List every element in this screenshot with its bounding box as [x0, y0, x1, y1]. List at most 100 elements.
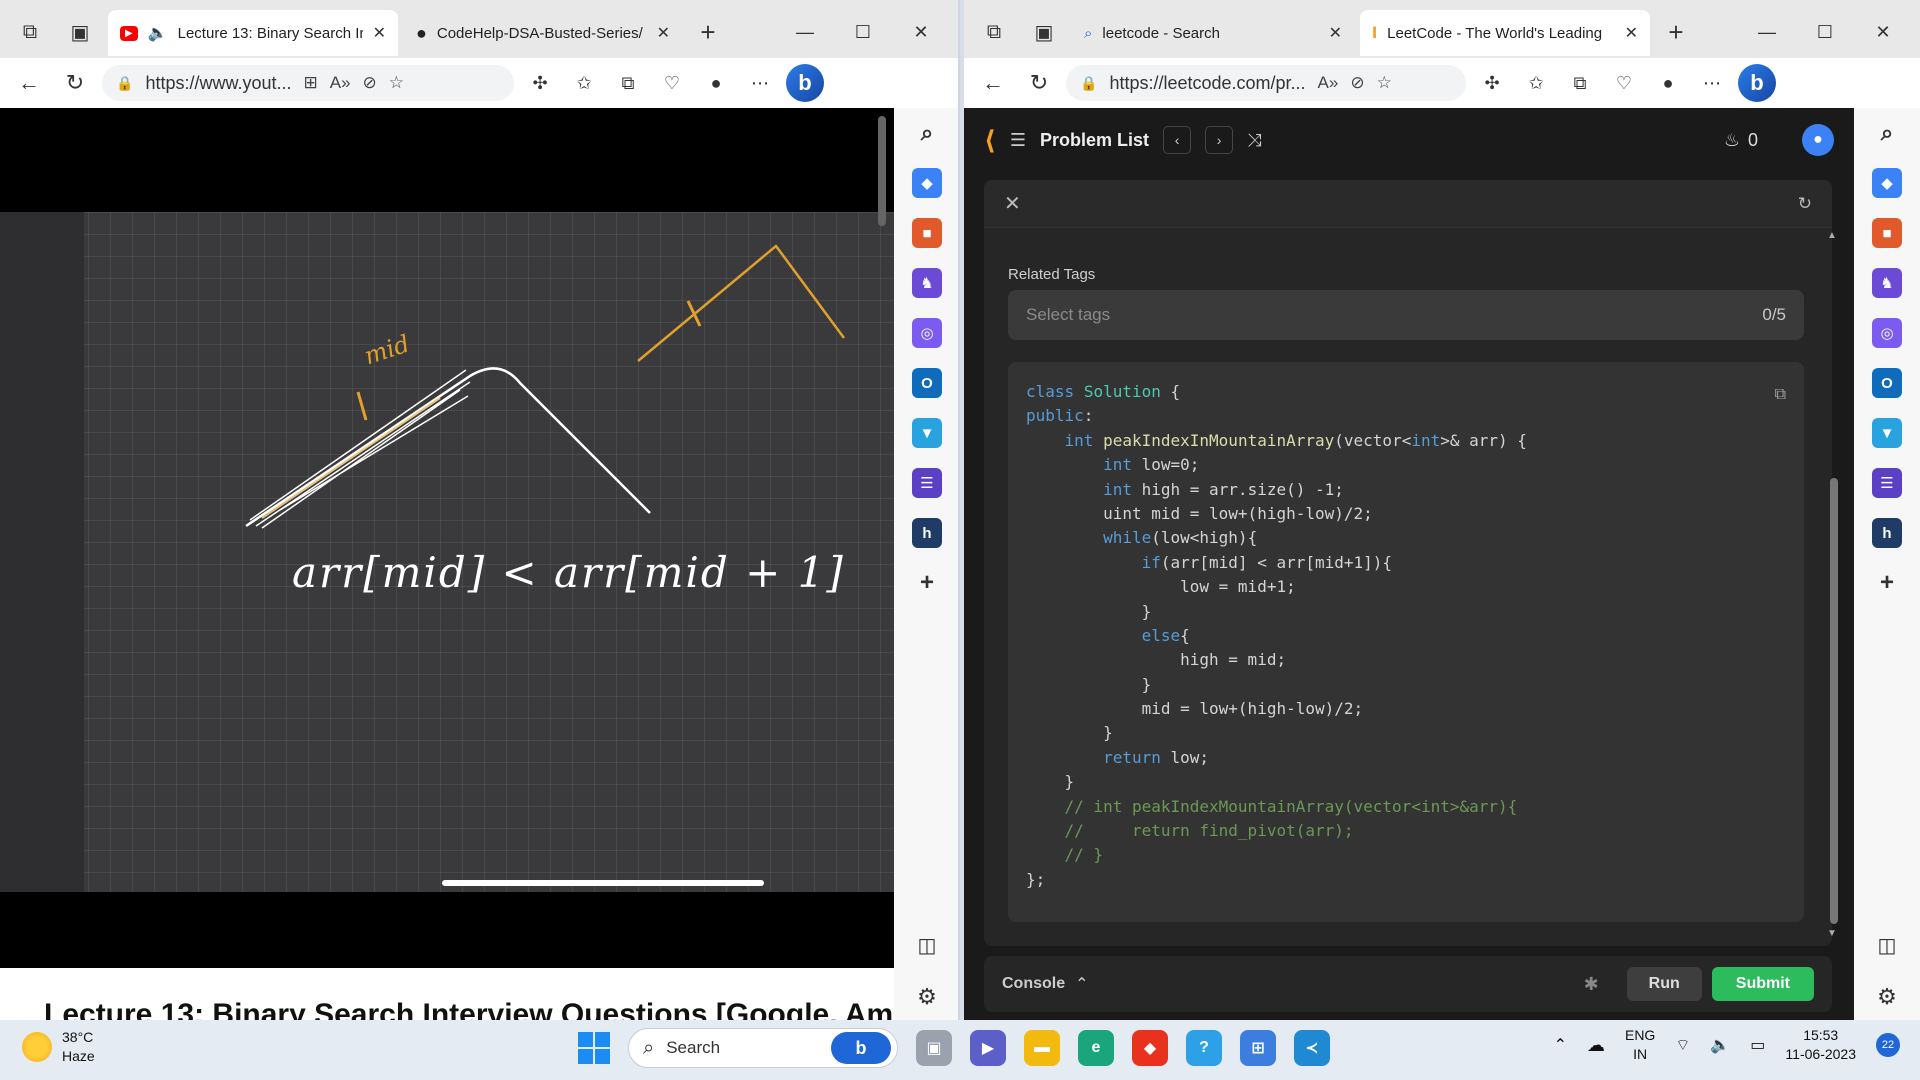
language-indicator[interactable]: ENG IN [1625, 1026, 1655, 1064]
close-icon[interactable]: ✕ [1004, 191, 1021, 216]
extensions-icon[interactable]: ✣ [522, 65, 558, 101]
shopping-tag-icon[interactable]: ◆ [912, 168, 942, 198]
scroll-down-arrow[interactable]: ▼ [1827, 928, 1837, 939]
video-player[interactable]: mid arr[mid] < arr[mid + 1] [0, 108, 894, 968]
read-aloud-icon[interactable]: A» [330, 73, 351, 93]
teams-chat-icon[interactable]: ▶ [970, 1030, 1006, 1066]
vscode-icon[interactable]: ≺ [1294, 1030, 1330, 1066]
bing-copilot-icon[interactable]: b [786, 64, 824, 102]
bing-icon[interactable]: b [831, 1032, 891, 1064]
page-scrollbar[interactable] [878, 116, 886, 226]
close-window-icon[interactable]: ✕ [892, 10, 950, 54]
microsoft-365-icon[interactable]: ◎ [912, 318, 942, 348]
speaker-icon[interactable]: 🔈 [148, 23, 168, 43]
console-toggle[interactable]: Console [1002, 975, 1065, 993]
drop-send-icon[interactable]: ▼ [912, 418, 942, 448]
problem-list-title[interactable]: Problem List [1040, 130, 1149, 151]
close-tab-icon[interactable]: ✕ [1625, 23, 1638, 43]
chevron-up-icon[interactable]: ⌃ [1075, 974, 1088, 994]
browser-essentials-icon[interactable]: ♡ [654, 65, 690, 101]
code-scrollbar[interactable] [1830, 478, 1838, 924]
tracking-prevention-icon[interactable]: ⊘ [1350, 73, 1364, 93]
list-app-icon[interactable]: ☰ [1872, 468, 1902, 498]
read-aloud-icon[interactable]: A» [1318, 73, 1339, 93]
reset-icon[interactable]: ↻ [1798, 194, 1812, 214]
microsoft-365-icon[interactable]: ◎ [1872, 318, 1902, 348]
tab-actions-icon[interactable]: ▣ [58, 10, 102, 54]
anydesk-icon[interactable]: ◆ [1132, 1030, 1168, 1066]
chevron-up-icon[interactable]: ⌃ [1554, 1035, 1567, 1055]
url-field[interactable]: 🔒 https://www.yout... ⊞ A» ⊘ ☆ [102, 65, 514, 101]
scroll-up-arrow[interactable]: ▲ [1827, 230, 1837, 241]
tracking-prevention-icon[interactable]: ⊘ [363, 73, 377, 93]
minimize-icon[interactable]: — [1738, 10, 1796, 54]
tools-briefcase-icon[interactable]: ■ [912, 218, 942, 248]
workspaces-icon[interactable]: ⧉ [972, 10, 1016, 54]
favorite-star-icon[interactable]: ☆ [389, 73, 404, 93]
new-tab-icon[interactable]: + [688, 10, 728, 54]
run-button[interactable]: Run [1626, 967, 1702, 1001]
weather-widget[interactable]: 38°C Haze [22, 1028, 95, 1066]
task-view-icon[interactable]: ▣ [916, 1030, 952, 1066]
tags-select-input[interactable]: Select tags 0/5 [1008, 290, 1804, 340]
get-help-icon[interactable]: ? [1186, 1030, 1222, 1066]
leetcode-logo-icon[interactable]: ⟨ [984, 125, 996, 156]
problem-list-icon[interactable]: ☰ [1010, 130, 1026, 151]
favorite-star-icon[interactable]: ☆ [1377, 73, 1392, 93]
close-tab-icon[interactable]: ✕ [657, 23, 670, 43]
collections-icon[interactable]: ⧉ [1562, 65, 1598, 101]
favorites-icon[interactable]: ✩ [1518, 65, 1554, 101]
notification-badge[interactable]: 22 [1876, 1033, 1900, 1057]
split-screen-icon[interactable]: ◫ [918, 933, 937, 958]
favorites-icon[interactable]: ✩ [566, 65, 602, 101]
profile-icon[interactable]: ● [698, 65, 734, 101]
search-icon[interactable]: ⌕ [912, 118, 942, 148]
add-app-icon[interactable]: + [912, 568, 942, 598]
h-app-icon[interactable]: h [1872, 518, 1902, 548]
back-icon[interactable]: ← [10, 64, 48, 102]
more-options-icon[interactable]: ⋯ [1694, 65, 1730, 101]
tab-actions-icon[interactable]: ▣ [1022, 10, 1066, 54]
split-screen-icon[interactable]: ◫ [1878, 933, 1897, 958]
volume-icon[interactable]: 🔈 [1710, 1035, 1730, 1055]
streak-counter[interactable]: ♨ 0 [1724, 130, 1758, 151]
tab-leetcode[interactable]: ⅼ LeetCode - The World's Leading ✕ [1360, 10, 1650, 56]
tab-github-repo[interactable]: ● CodeHelp-DSA-Busted-Series/ ✕ [404, 10, 682, 56]
h-app-icon[interactable]: h [912, 518, 942, 548]
minimize-icon[interactable]: — [776, 10, 834, 54]
edge-browser-icon[interactable]: e [1078, 1030, 1114, 1066]
code-block[interactable]: ⧉ class Solution {public: int peakIndexIn… [1008, 362, 1804, 922]
settings-gear-icon[interactable]: ⚙ [1877, 984, 1897, 1010]
refresh-icon[interactable]: ↻ [56, 64, 94, 102]
wifi-icon[interactable]: ⌔ [1675, 1035, 1690, 1055]
tools-briefcase-icon[interactable]: ■ [1872, 218, 1902, 248]
tab-leetcode-search[interactable]: ⌕ leetcode - Search ✕ [1072, 10, 1354, 56]
submit-button[interactable]: Submit [1711, 967, 1814, 1001]
avatar[interactable]: ● [1802, 124, 1834, 156]
close-tab-icon[interactable]: ✕ [373, 23, 386, 43]
outlook-icon[interactable]: O [1872, 368, 1902, 398]
shopping-tag-icon[interactable]: ◆ [1872, 168, 1902, 198]
browser-essentials-icon[interactable]: ♡ [1606, 65, 1642, 101]
workspaces-icon[interactable]: ⧉ [8, 10, 52, 54]
start-windows-icon[interactable] [578, 1032, 610, 1064]
extensions-icon[interactable]: ✣ [1474, 65, 1510, 101]
close-tab-icon[interactable]: ✕ [1329, 23, 1342, 43]
outlook-icon[interactable]: O [912, 368, 942, 398]
maximize-icon[interactable]: ☐ [1796, 10, 1854, 54]
maximize-icon[interactable]: ☐ [834, 10, 892, 54]
games-chess-icon[interactable]: ♞ [912, 268, 942, 298]
more-options-icon[interactable]: ⋯ [742, 65, 778, 101]
prev-problem-icon[interactable]: ‹ [1163, 126, 1192, 154]
search-icon[interactable]: ⌕ [1872, 118, 1902, 148]
video-progress-bar[interactable] [442, 880, 764, 886]
next-problem-icon[interactable]: › [1205, 126, 1234, 154]
taskbar-search[interactable]: ⌕ Search b [628, 1028, 898, 1068]
onedrive-cloud-icon[interactable]: ☁ [1587, 1035, 1605, 1056]
list-app-icon[interactable]: ☰ [912, 468, 942, 498]
settings-gear-icon[interactable]: ⚙ [917, 984, 937, 1010]
tab-youtube-lecture[interactable]: ▶ 🔈 Lecture 13: Binary Search Ir ✕ [108, 10, 398, 56]
file-explorer-icon[interactable]: ▬ [1024, 1030, 1060, 1066]
bing-copilot-icon[interactable]: b [1738, 64, 1776, 102]
clock[interactable]: 15:53 11-06-2023 [1785, 1026, 1856, 1064]
